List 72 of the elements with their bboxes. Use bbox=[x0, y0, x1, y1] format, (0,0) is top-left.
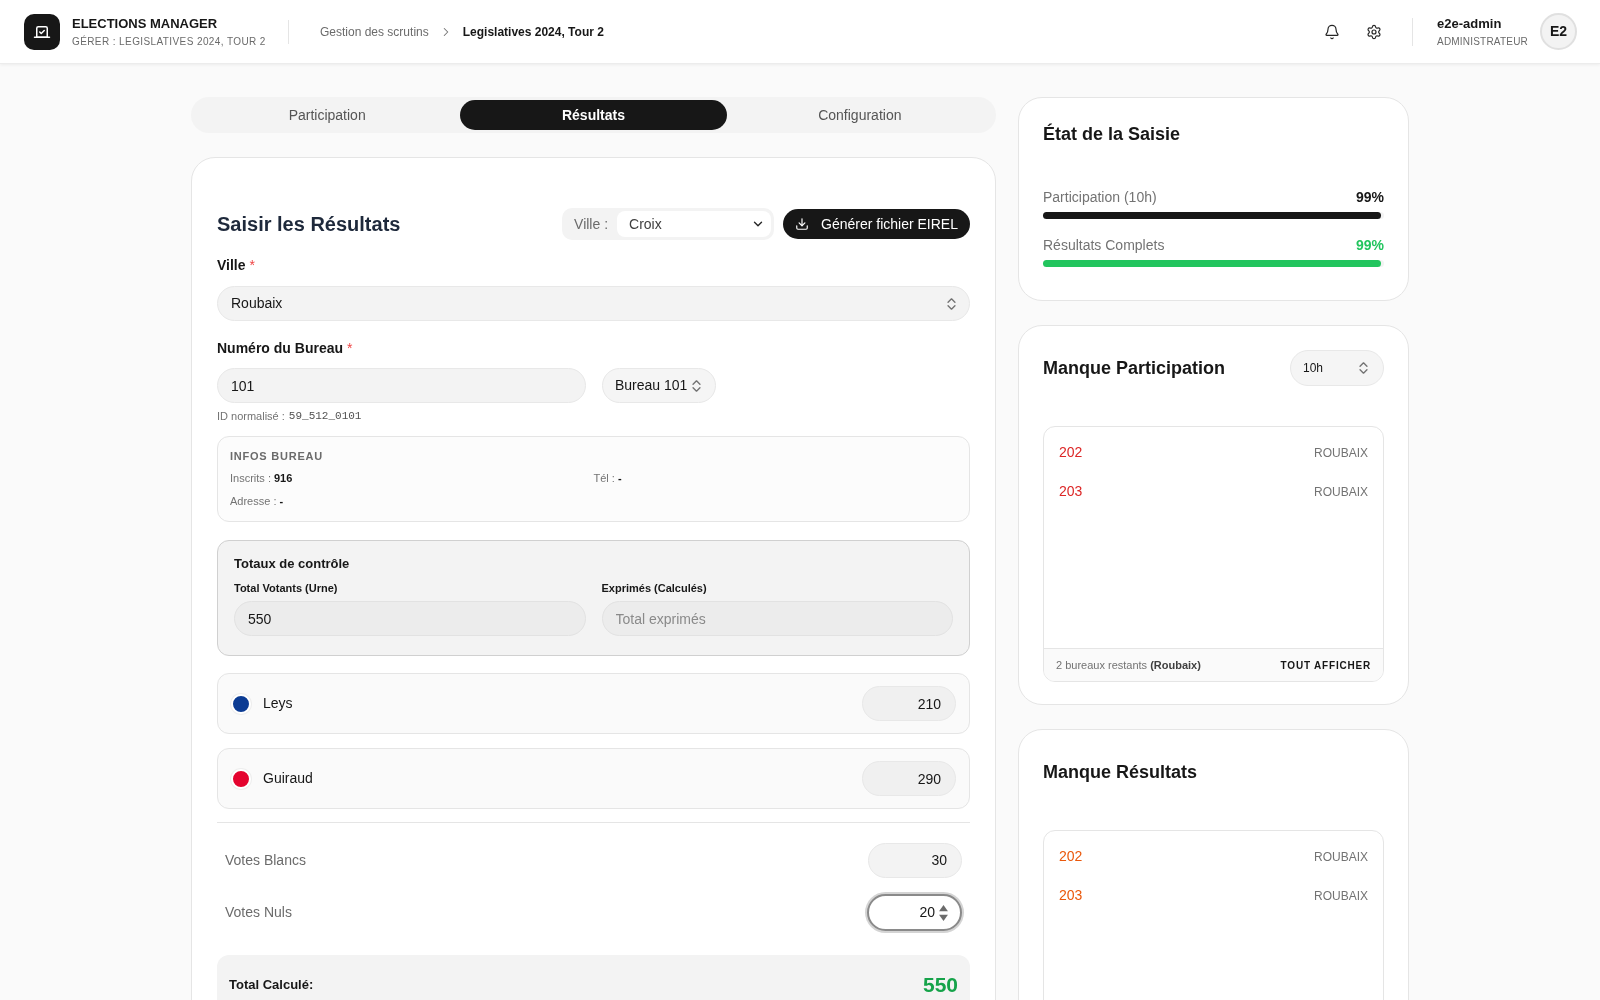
breadcrumb-current: Legislatives 2024, Tour 2 bbox=[462, 23, 604, 41]
city-name: ROUBAIX bbox=[1314, 444, 1368, 462]
section-title: Totaux de contrôle bbox=[234, 556, 351, 572]
total-value: 550 bbox=[922, 972, 958, 999]
info-label: Adresse : bbox=[230, 493, 277, 508]
card-title: Manque Participation bbox=[1043, 356, 1226, 380]
votes-input[interactable]: 290 bbox=[862, 761, 956, 796]
info-title: INFOS BUREAU bbox=[230, 449, 324, 464]
bureau-number[interactable]: 203 bbox=[1059, 885, 1083, 906]
normalized-id-label: ID normalisé : bbox=[217, 408, 285, 424]
info-value: - bbox=[279, 493, 284, 508]
user-avatar[interactable]: E2 bbox=[1540, 13, 1577, 50]
total-label: Total Calculé: bbox=[229, 976, 314, 995]
tab[interactable]: Résultats bbox=[460, 100, 727, 130]
up-down-chevron-icon bbox=[692, 379, 701, 392]
normalized-id: 59_512_0101 bbox=[288, 408, 362, 424]
show-all-link[interactable]: TOUT AFFICHER bbox=[1280, 657, 1371, 673]
city-filter-select[interactable]: Croix bbox=[617, 211, 772, 237]
progress-label: Résultats Complets bbox=[1043, 235, 1165, 255]
export-button[interactable]: Générer fichier EIREL bbox=[783, 209, 970, 239]
info-label: Tél : bbox=[593, 470, 615, 485]
up-down-chevron-icon bbox=[947, 297, 956, 310]
card-title: Manque Résultats bbox=[1043, 760, 1198, 784]
hour-select[interactable]: 10h bbox=[1290, 350, 1384, 386]
votes-input[interactable]: 20 bbox=[867, 894, 962, 931]
total-input[interactable]: Total exprimés bbox=[601, 601, 953, 636]
app-subtitle: GÉRER : LEGISLATIVES 2024, TOUR 2 bbox=[72, 34, 267, 48]
bureau-number[interactable]: 202 bbox=[1059, 442, 1083, 463]
candidate-name: Leys bbox=[263, 694, 293, 713]
bureau-number[interactable]: 202 bbox=[1059, 846, 1083, 867]
candidate-name: Guiraud bbox=[263, 769, 313, 788]
field-label: Exprimés (Calculés) bbox=[601, 581, 708, 595]
spinner-arrows-icon[interactable] bbox=[939, 904, 948, 921]
form-title: Saisir les Résultats bbox=[217, 212, 401, 237]
progress-reading: 99% bbox=[1355, 187, 1384, 207]
required-mark: * bbox=[249, 255, 255, 275]
settings-icon[interactable] bbox=[1366, 23, 1383, 40]
city-name: ROUBAIX bbox=[1314, 848, 1368, 866]
user-role: ADMINISTRATEUR bbox=[1437, 34, 1528, 48]
vote-label: Votes Nuls bbox=[225, 903, 292, 922]
user-name: e2e-admin bbox=[1437, 15, 1503, 32]
breadcrumb-link[interactable]: Gestion des scrutins bbox=[320, 22, 429, 41]
city-filter[interactable]: Ville : Croix bbox=[562, 208, 775, 240]
info-value: - bbox=[617, 470, 622, 485]
bureau-number[interactable]: 203 bbox=[1059, 481, 1083, 502]
field-label: Total Votants (Urne) bbox=[234, 581, 339, 595]
bureau-select[interactable]: Bureau 101 bbox=[602, 368, 716, 403]
remaining-count: 2 bureaux restants (Roubaix) bbox=[1056, 657, 1201, 673]
up-down-chevron-icon bbox=[1359, 362, 1368, 374]
required-mark: * bbox=[347, 338, 353, 358]
tick-box-logo-icon bbox=[24, 13, 60, 50]
progress-reading: 99% bbox=[1355, 235, 1384, 255]
field-label: Ville bbox=[217, 255, 246, 275]
download-icon bbox=[795, 217, 810, 231]
progress-label: Participation (10h) bbox=[1043, 187, 1157, 207]
total-input[interactable]: 550 bbox=[234, 601, 586, 636]
vote-label: Votes Blancs bbox=[225, 851, 306, 870]
tab[interactable]: Configuration bbox=[726, 100, 993, 130]
tab[interactable]: Participation bbox=[194, 100, 461, 130]
city-filter-label: Ville : bbox=[573, 214, 610, 234]
votes-input[interactable]: 30 bbox=[868, 843, 962, 878]
info-label: Inscrits : bbox=[230, 470, 271, 485]
city-name: ROUBAIX bbox=[1314, 483, 1368, 501]
app-title: ELECTIONS MANAGER bbox=[72, 15, 219, 32]
city-name: ROUBAIX bbox=[1314, 887, 1368, 905]
field-label: Numéro du Bureau bbox=[217, 338, 343, 358]
info-value: 916 bbox=[273, 470, 293, 485]
notification-bell-icon[interactable] bbox=[1324, 23, 1341, 40]
votes-input[interactable]: 210 bbox=[862, 686, 956, 721]
bureau-number-input[interactable]: 101 bbox=[217, 368, 586, 403]
city-select[interactable]: Roubaix bbox=[217, 286, 970, 321]
card-title: État de la Saisie bbox=[1043, 122, 1182, 146]
